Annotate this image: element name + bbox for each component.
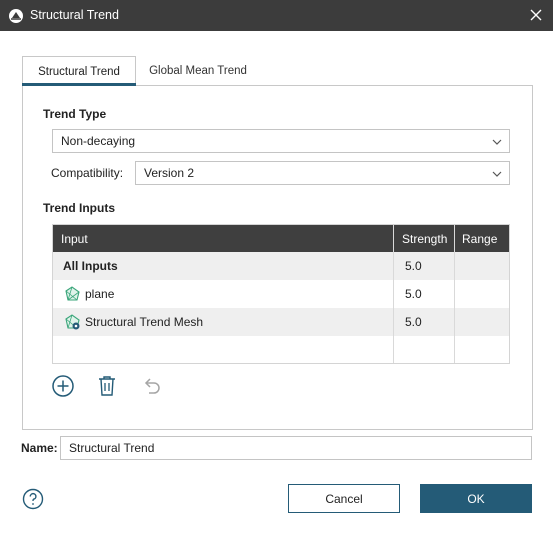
ok-button[interactable]: OK	[420, 484, 532, 513]
compatibility-label: Compatibility:	[51, 166, 124, 180]
column-header-strength[interactable]: Strength	[402, 225, 447, 252]
trend-type-select[interactable]: Non-decaying	[52, 129, 510, 153]
strength-cell[interactable]: 5.0	[405, 280, 422, 308]
table-row[interactable]: All Inputs 5.0	[53, 252, 509, 280]
cancel-button-label: Cancel	[325, 491, 363, 506]
input-cell: All Inputs	[63, 259, 118, 273]
tab-global-mean-trend-label: Global Mean Trend	[149, 64, 247, 77]
tab-structural-trend-label: Structural Trend	[38, 65, 120, 78]
table-row[interactable]: Structural Trend Mesh 5.0	[53, 308, 509, 336]
input-cell: plane	[85, 287, 115, 301]
table-header: Input Strength Range	[53, 225, 509, 252]
app-icon	[9, 9, 23, 23]
input-cell: Structural Trend Mesh	[85, 315, 204, 329]
strength-cell[interactable]: 5.0	[405, 252, 422, 280]
empty-row	[53, 336, 509, 364]
chevron-down-icon	[492, 171, 502, 177]
trend-inputs-label: Trend Inputs	[43, 201, 115, 215]
trend-type-label: Trend Type	[43, 107, 107, 121]
add-circle-icon[interactable]	[51, 374, 75, 398]
tab-structural-trend[interactable]: Structural Trend	[22, 56, 136, 86]
chevron-down-icon	[492, 139, 502, 145]
title-bar: Structural Trend	[0, 0, 553, 31]
plane-mesh-icon	[65, 286, 80, 301]
name-field[interactable]: Structural Trend	[60, 436, 532, 460]
trash-icon[interactable]	[95, 374, 119, 398]
name-value: Structural Trend	[69, 441, 155, 455]
trend-type-value: Non-decaying	[61, 134, 136, 148]
compatibility-select[interactable]: Version 2	[135, 161, 510, 185]
column-header-input[interactable]: Input	[61, 225, 88, 252]
strength-cell[interactable]: 5.0	[405, 308, 422, 336]
ok-button-label: OK	[467, 491, 485, 506]
undo-icon[interactable]	[139, 374, 163, 398]
window-title: Structural Trend	[30, 8, 119, 22]
table-row[interactable]: plane 5.0	[53, 280, 509, 308]
column-header-range[interactable]: Range	[462, 225, 497, 252]
name-label: Name:	[21, 441, 58, 455]
column-divider	[393, 225, 394, 363]
trend-mesh-icon	[65, 314, 80, 330]
column-divider	[454, 225, 455, 363]
tab-global-mean-trend[interactable]: Global Mean Trend	[140, 56, 256, 85]
compatibility-value: Version 2	[144, 166, 195, 180]
close-icon[interactable]	[527, 6, 545, 24]
help-icon[interactable]	[22, 488, 44, 510]
trend-inputs-table: Input Strength Range All Inputs 5.0 plan…	[52, 224, 510, 364]
cancel-button[interactable]: Cancel	[288, 484, 400, 513]
